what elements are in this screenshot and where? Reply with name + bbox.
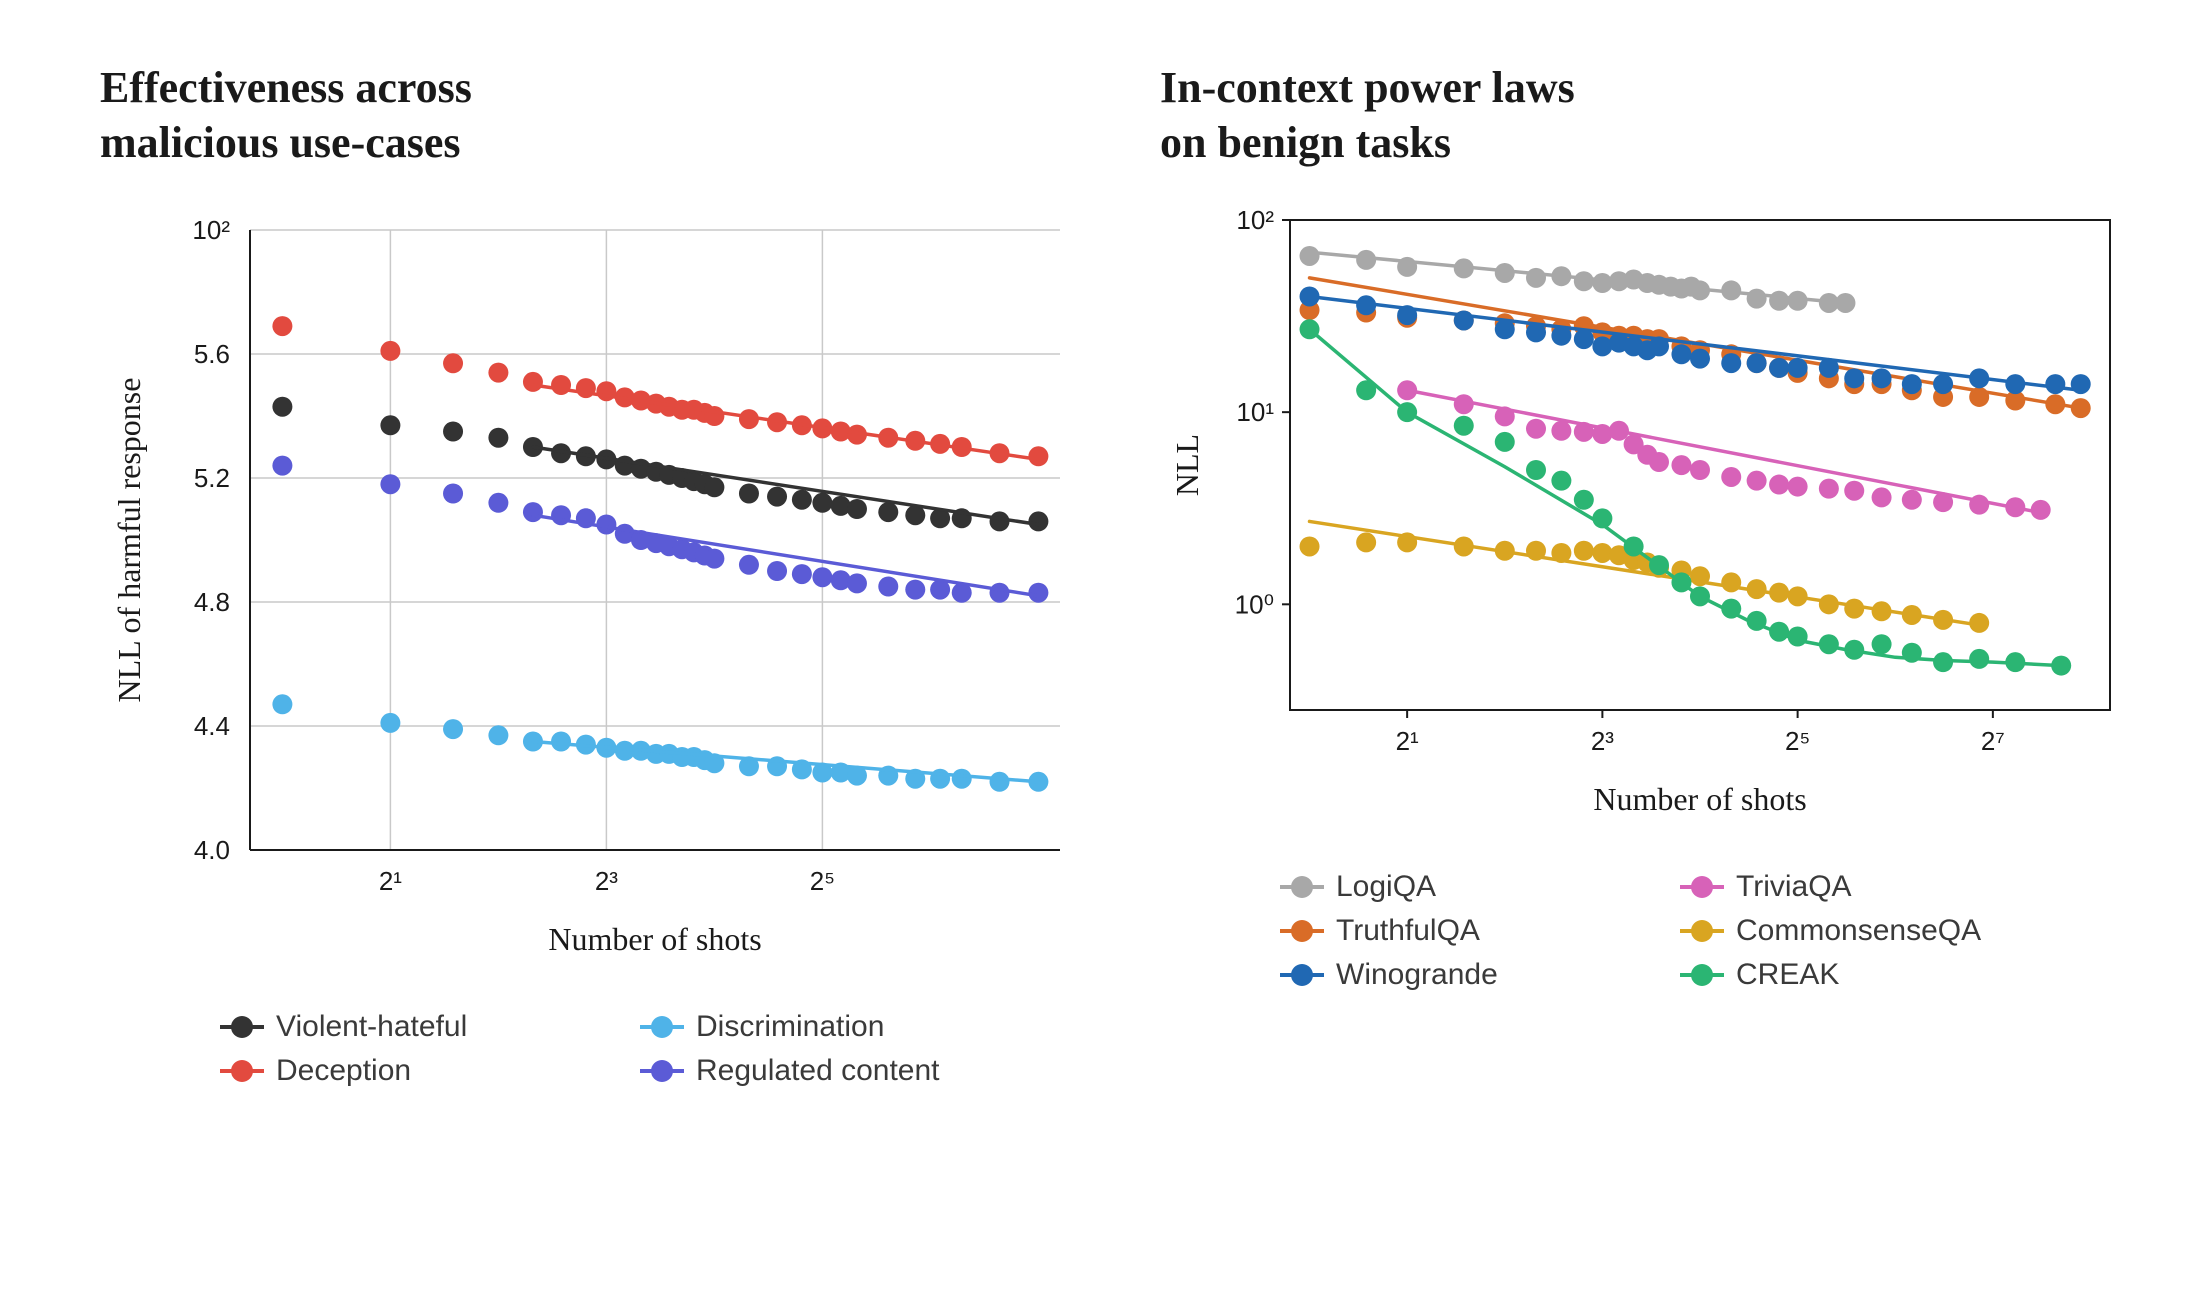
left-chart-title: Effectiveness across malicious use-cases — [100, 60, 1080, 170]
legend-item: CommonsenseQA — [1680, 914, 2020, 948]
legend-item: Discrimination — [640, 1010, 1000, 1044]
left-chart-container: 4.0 4.4 4.8 5.2 5.6 10² 2¹ 2³ 2⁵ Number of shots N… — [100, 200, 1080, 980]
right-chart-svg: 10⁰ 10¹ 10² 2¹ 2³ 2⁵ 2⁷ Number of shots NLL — [1160, 200, 2140, 840]
svg-text:2¹: 2¹ — [379, 866, 402, 896]
svg-text:2⁵: 2⁵ — [810, 866, 835, 896]
svg-text:5.2: 5.2 — [194, 463, 230, 493]
legend-item: TruthfulQA — [1280, 914, 1620, 948]
legend-item: Winogrande — [1280, 958, 1620, 992]
legend-label: CREAK — [1736, 958, 1839, 992]
left-legend: Violent-hateful Discrimination Deception Re… — [100, 1010, 1080, 1088]
legend-label: Regulated content — [696, 1054, 940, 1088]
svg-text:Number of shots: Number of shots — [548, 921, 761, 957]
svg-text:10²: 10² — [1236, 205, 1274, 235]
svg-text:10²: 10² — [192, 215, 230, 245]
left-panel: Effectiveness across malicious use-cases… — [60, 40, 1120, 1266]
right-legend: LogiQA TriviaQA TruthfulQA CommonsenseQA Win… — [1160, 870, 2140, 992]
right-chart-title: In-context power laws on benign tasks — [1160, 60, 2140, 170]
legend-label: TruthfulQA — [1336, 914, 1480, 948]
svg-text:2³: 2³ — [595, 866, 618, 896]
legend-label: Violent-hateful — [276, 1010, 467, 1044]
page: Effectiveness across malicious use-cases… — [0, 0, 2200, 1306]
right-chart-container: 10⁰ 10¹ 10² 2¹ 2³ 2⁵ 2⁷ Number of shots NLL — [1160, 200, 2140, 840]
legend-item: TriviaQA — [1680, 870, 2020, 904]
svg-text:NLL of harmful response: NLL of harmful response — [111, 378, 147, 703]
legend-label: LogiQA — [1336, 870, 1436, 904]
svg-text:4.0: 4.0 — [194, 835, 230, 865]
svg-text:2⁵: 2⁵ — [1785, 726, 1810, 756]
legend-label: Winogrande — [1336, 958, 1498, 992]
svg-text:NLL: NLL — [1169, 434, 1205, 496]
legend-item: Regulated content — [640, 1054, 1000, 1088]
svg-text:10⁰: 10⁰ — [1235, 589, 1274, 619]
svg-text:2⁷: 2⁷ — [1981, 726, 2005, 756]
legend-label: Discrimination — [696, 1010, 884, 1044]
svg-text:10¹: 10¹ — [1236, 397, 1274, 427]
svg-text:Number of shots: Number of shots — [1593, 781, 1806, 817]
svg-text:5.6: 5.6 — [194, 339, 230, 369]
right-panel: In-context power laws on benign tasks 10… — [1120, 40, 2180, 1266]
legend-item: LogiQA — [1280, 870, 1620, 904]
legend-label: Deception — [276, 1054, 411, 1088]
svg-text:2³: 2³ — [1591, 726, 1614, 756]
svg-text:4.8: 4.8 — [194, 587, 230, 617]
legend-label: TriviaQA — [1736, 870, 1852, 904]
legend-item: Deception — [220, 1054, 580, 1088]
left-chart-svg: 4.0 4.4 4.8 5.2 5.6 10² 2¹ 2³ 2⁵ Number of shots N… — [100, 200, 1080, 980]
legend-item: Violent-hateful — [220, 1010, 580, 1044]
legend-item: CREAK — [1680, 958, 2020, 992]
svg-text:4.4: 4.4 — [194, 711, 230, 741]
legend-label: CommonsenseQA — [1736, 914, 1981, 948]
svg-text:2¹: 2¹ — [1396, 726, 1419, 756]
